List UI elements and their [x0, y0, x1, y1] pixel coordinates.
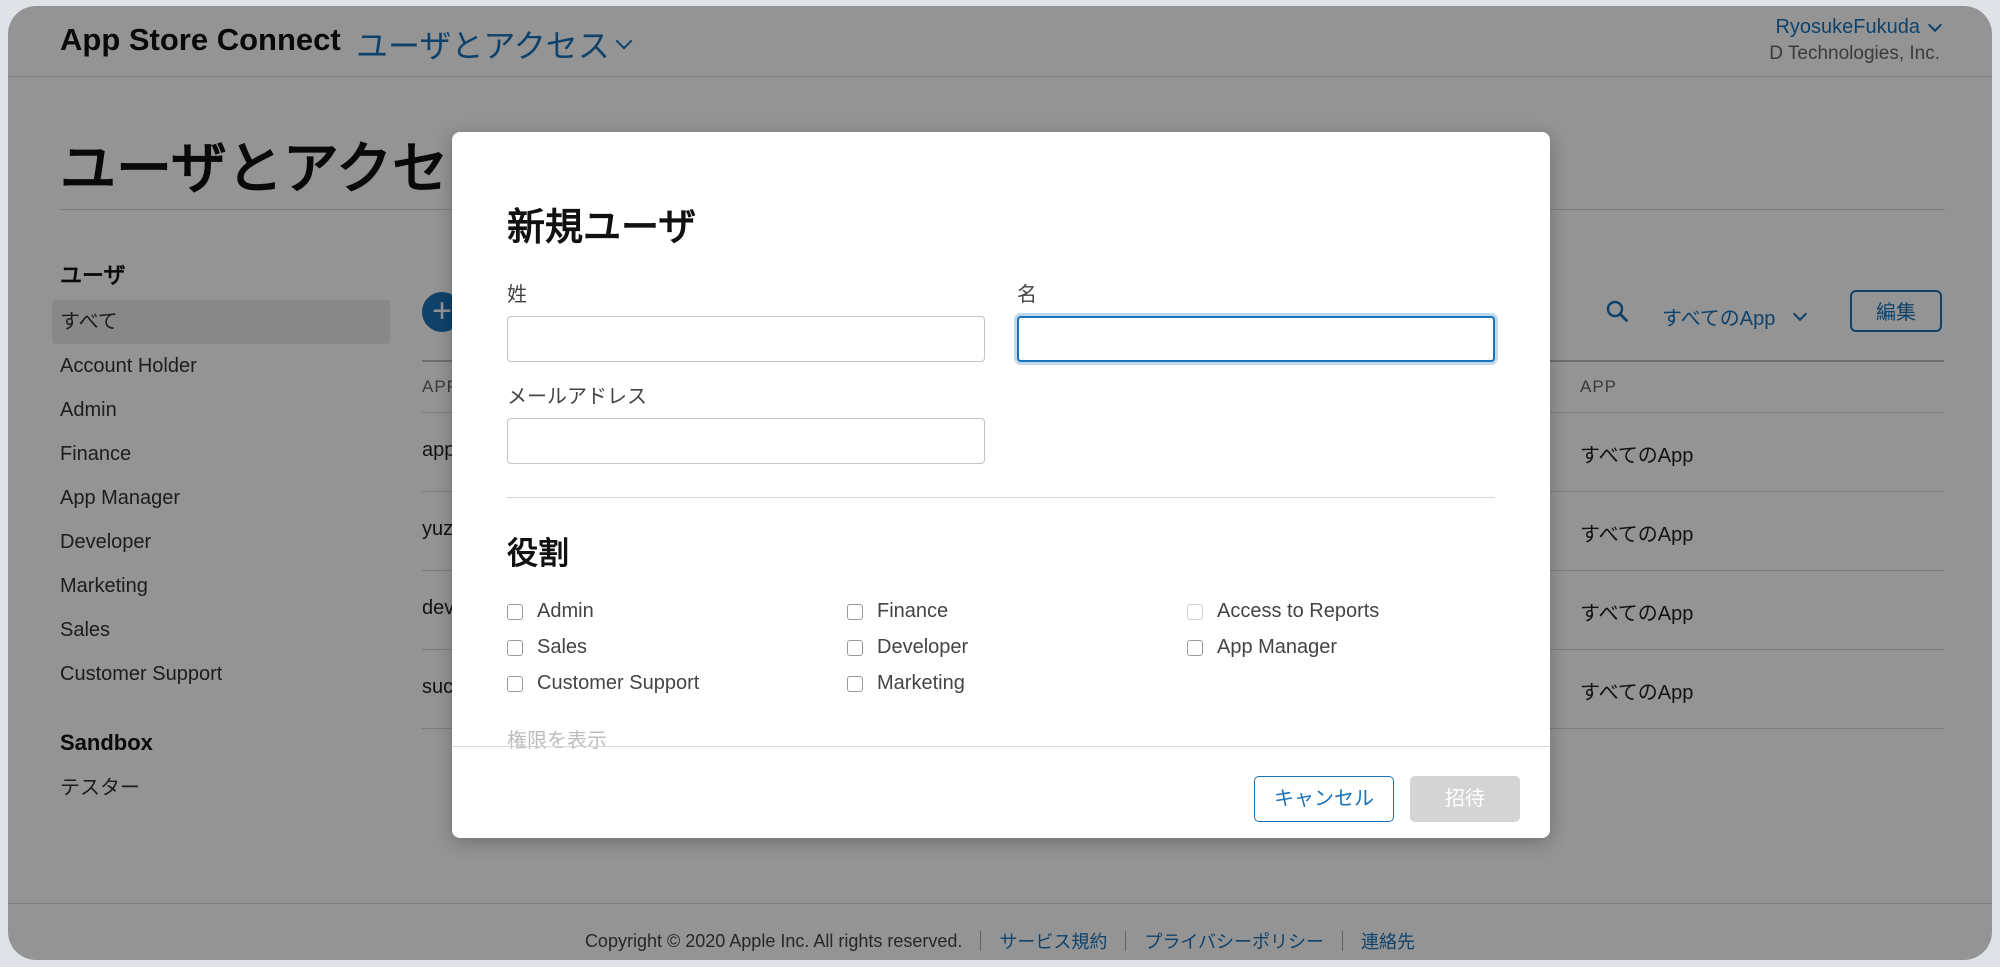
first-name-label: 名 — [1017, 284, 1037, 306]
role-marketing-checkbox[interactable]: Marketing — [847, 672, 965, 695]
role-access-to-reports-checkbox[interactable]: Access to Reports — [1187, 600, 1379, 623]
role-developer-checkbox[interactable]: Developer — [847, 636, 968, 659]
first-name-input[interactable] — [1017, 316, 1495, 362]
cancel-button[interactable]: キャンセル — [1254, 776, 1394, 822]
dialog-title: 新規ユーザ — [507, 207, 697, 249]
dialog-footer-divider — [452, 746, 1550, 747]
dialog-divider — [507, 497, 1495, 498]
role-label: App Manager — [1217, 636, 1338, 658]
role-label: Admin — [537, 600, 594, 622]
email-label: メールアドレス — [507, 386, 647, 408]
checkbox-icon[interactable] — [507, 639, 523, 656]
role-label: Sales — [537, 636, 588, 658]
checkbox-icon[interactable] — [1187, 639, 1203, 656]
roles-heading: 役割 — [507, 536, 569, 571]
checkbox-icon[interactable] — [847, 603, 863, 620]
role-label: Access to Reports — [1217, 600, 1380, 622]
role-label: Developer — [877, 636, 969, 658]
last-name-label: 姓 — [507, 284, 527, 306]
role-finance-checkbox[interactable]: Finance — [847, 600, 948, 623]
last-name-input[interactable] — [507, 316, 985, 362]
role-sales-checkbox[interactable]: Sales — [507, 636, 587, 659]
checkbox-icon[interactable] — [507, 675, 523, 692]
checkbox-icon[interactable] — [847, 639, 863, 656]
role-customer-support-checkbox[interactable]: Customer Support — [507, 672, 699, 695]
role-app-manager-checkbox[interactable]: App Manager — [1187, 636, 1337, 659]
role-label: Finance — [877, 600, 949, 622]
new-user-dialog: 新規ユーザ 姓 名 メールアドレス 役割 Admin Sales Custome… — [452, 132, 1550, 838]
invite-button[interactable]: 招待 — [1410, 776, 1520, 822]
email-input[interactable] — [507, 418, 985, 464]
role-label: Marketing — [877, 672, 965, 694]
checkbox-icon[interactable] — [847, 675, 863, 692]
checkbox-icon[interactable] — [507, 603, 523, 620]
checkbox-icon[interactable] — [1187, 603, 1203, 620]
show-permissions-link[interactable]: 権限を表示 — [507, 724, 607, 753]
app-window: App Store Connect ユーザとアクセス RyosukeFukuda… — [8, 6, 1992, 960]
role-admin-checkbox[interactable]: Admin — [507, 600, 594, 623]
role-label: Customer Support — [537, 672, 700, 694]
